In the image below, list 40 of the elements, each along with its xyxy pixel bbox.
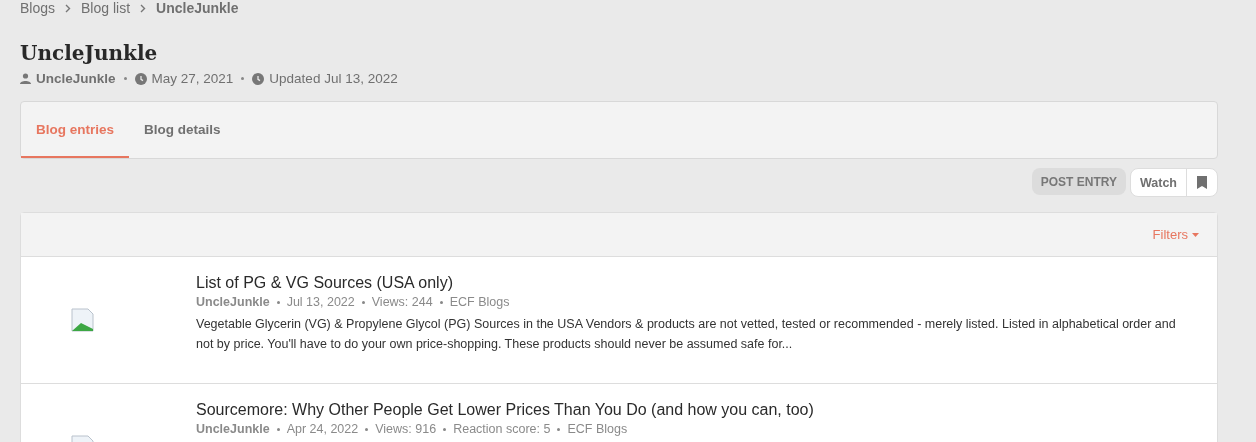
chevron-icon (65, 3, 72, 13)
author-link[interactable]: UncleJunkle (36, 71, 116, 86)
page-title: UncleJunkle (20, 41, 159, 65)
separator-dot-icon (443, 427, 447, 431)
separator-dot-icon (439, 300, 443, 304)
separator-dot-icon (361, 300, 365, 304)
updated-date: Updated Jul 13, 2022 (269, 71, 398, 86)
separator-dot-icon (123, 77, 127, 80)
separator-dot-icon (276, 427, 280, 431)
filters-menu[interactable]: Filters (1152, 227, 1199, 242)
tab[interactable]: Blog details (129, 102, 236, 158)
broken-image-icon (71, 308, 95, 332)
entry-meta: Jul 13, 2022 (286, 295, 355, 309)
breadcrumb-link[interactable]: UncleJunkle (156, 0, 239, 16)
entry-author[interactable]: UncleJunkle (196, 422, 270, 436)
bookmark-icon (1197, 176, 1207, 189)
post-entry-button[interactable]: POST ENTRY (1031, 168, 1126, 195)
created-date: May 27, 2021 (151, 71, 234, 86)
breadcrumb-link[interactable]: Blogs (20, 0, 56, 16)
entry-title[interactable]: Sourcemore: Why Other People Get Lower Prices Than You Do (and how you can, too) (196, 401, 1193, 419)
entry-meta: Apr 24, 2022 (286, 422, 359, 436)
entry-title[interactable]: List of PG & VG Sources (USA only) (196, 274, 1193, 292)
separator-dot-icon (276, 300, 280, 304)
user-icon (20, 73, 31, 84)
separator-dot-icon (365, 427, 369, 431)
entry-meta: Views: 916 (375, 422, 437, 436)
separator-dot-icon (557, 427, 561, 431)
chevron-icon (140, 3, 147, 13)
entry-meta: Reaction score: 5 (453, 422, 551, 436)
separator-dot-icon (241, 77, 245, 80)
clock-icon (134, 72, 147, 85)
clock-icon (252, 72, 265, 85)
entry-meta: Views: 244 (371, 295, 433, 309)
entry-author[interactable]: UncleJunkle (196, 295, 270, 309)
entry-meta: ECF Blogs (567, 422, 628, 436)
caret-icon (1192, 232, 1199, 237)
entry-meta: ECF Blogs (449, 295, 510, 309)
tab[interactable]: Blog entries (21, 102, 129, 158)
breadcrumb-link[interactable]: Blog list (81, 0, 131, 16)
entry-snippet: Vegetable Glycerin (VG) & Propylene Glycol (PG) Sources in the USA Vendors & products are not vetted, tested or recommended - merely listed. Listed in alphabetical order and not by price. You'll have to do your own price-shopping. These products should never be assumed safe for... (196, 316, 1177, 353)
